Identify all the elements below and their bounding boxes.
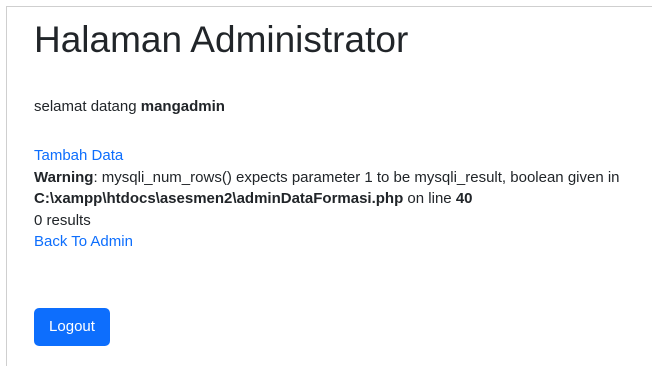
warning-message: mysqli_num_rows() expects parameter 1 to… bbox=[101, 168, 620, 186]
username: mangadmin bbox=[140, 98, 225, 115]
back-row: Back To Admin bbox=[34, 231, 620, 253]
page-title: Halaman Administrator bbox=[34, 19, 409, 60]
warning-separator: : bbox=[93, 168, 102, 186]
php-warning-line-1: Warning: mysqli_num_rows() expects param… bbox=[34, 167, 620, 189]
content-lines: Tambah Data Warning: mysqli_num_rows() e… bbox=[34, 145, 620, 253]
php-warning-line-2: C:\xampp\htdocs\asesmen2\adminDataFormas… bbox=[34, 188, 620, 210]
warning-on-line: on line bbox=[403, 190, 456, 207]
welcome-message: selamat datang mangadmin bbox=[34, 97, 225, 117]
add-data-row: Tambah Data bbox=[34, 145, 620, 167]
back-to-admin-link[interactable]: Back To Admin bbox=[34, 233, 133, 250]
warning-line-number: 40 bbox=[455, 190, 473, 207]
results-text: 0 results bbox=[34, 211, 91, 229]
logout-button[interactable]: Logout bbox=[34, 308, 110, 346]
welcome-text: selamat datang bbox=[34, 98, 141, 115]
warning-label: Warning bbox=[34, 168, 94, 186]
add-data-link[interactable]: Tambah Data bbox=[34, 147, 123, 164]
warning-file-path: C:\xampp\htdocs\asesmen2\adminDataFormas… bbox=[34, 190, 404, 207]
